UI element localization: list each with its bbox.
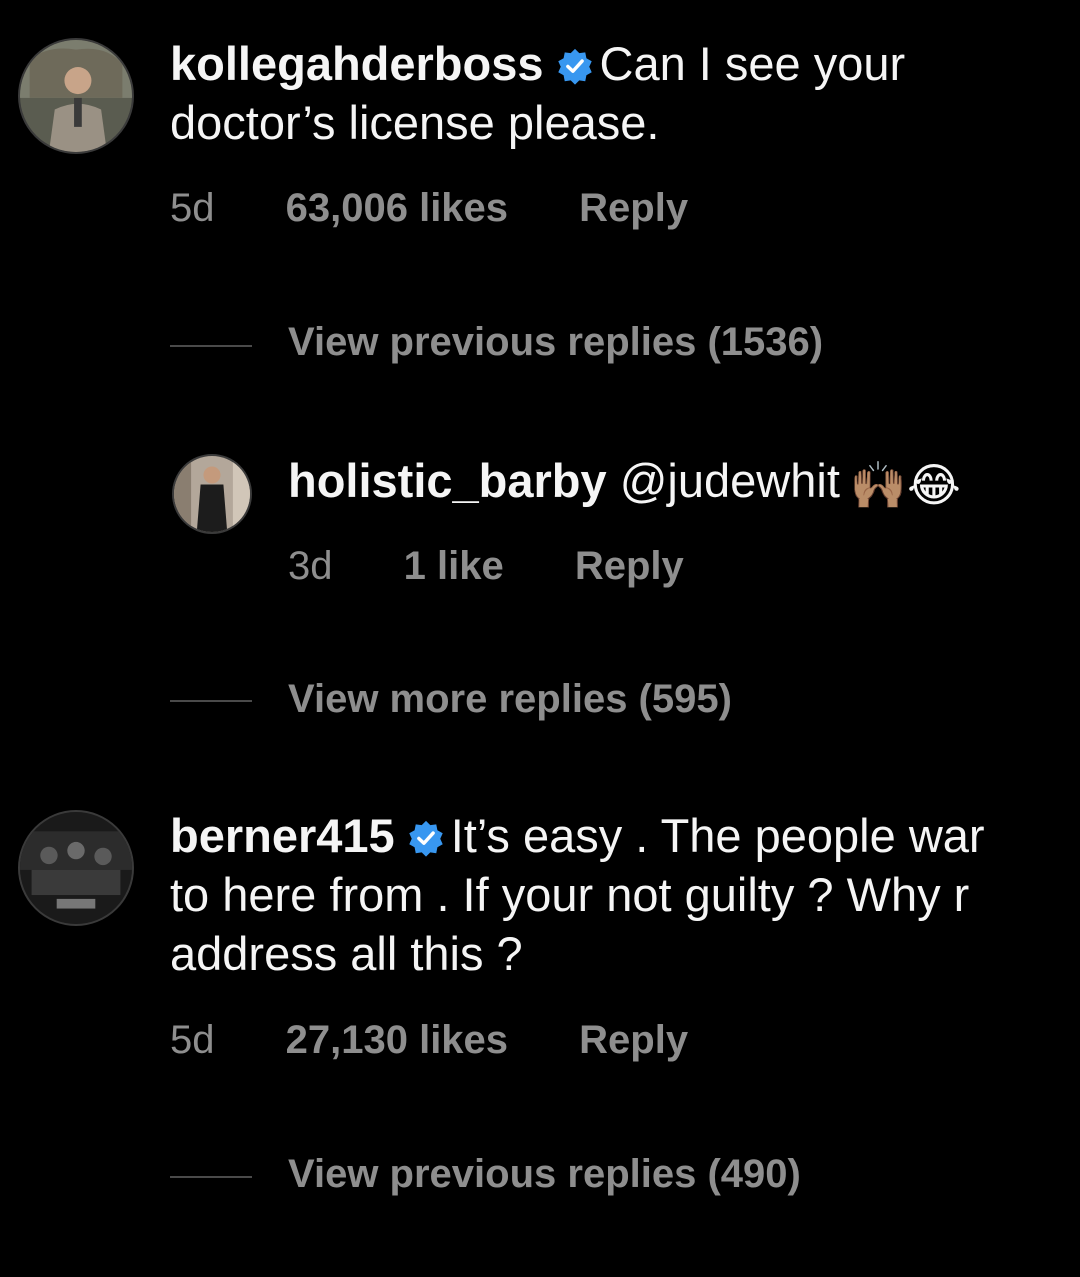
reply-button[interactable]: Reply [575, 544, 684, 588]
reply-likes[interactable]: 1 like [404, 544, 504, 588]
reply-meta: 3d 1 like Reply [288, 544, 744, 589]
reply-username[interactable]: holistic_barby [288, 454, 607, 507]
comment-meta: 5d 63,006 likes Reply [170, 186, 748, 231]
comment-likes[interactable]: 63,006 likes [286, 186, 508, 230]
reply-body: holistic_barby @judewhit 🙌🏽😂 [288, 451, 961, 515]
avatar-berner415[interactable] [18, 810, 134, 926]
replies-divider [170, 1176, 252, 1178]
avatar-holistic-barby[interactable] [172, 454, 252, 534]
reply-time: 3d [288, 544, 333, 588]
reply-button[interactable]: Reply [579, 1018, 688, 1062]
comment-username[interactable]: berner415 [170, 809, 395, 862]
comment-time: 5d [170, 1018, 215, 1062]
view-replies-link[interactable]: View previous replies (490) [288, 1152, 801, 1197]
comment-body: kollegahderboss Can I see your [170, 34, 905, 93]
verified-badge-icon [408, 820, 443, 857]
comment-likes[interactable]: 27,130 likes [286, 1018, 508, 1062]
reply-emojis: 🙌🏽😂 [849, 459, 961, 511]
reply-button[interactable]: Reply [579, 186, 688, 230]
avatar-kollegahderboss[interactable] [18, 38, 134, 154]
comment-text-line: address all this ? [170, 927, 523, 980]
comment-text-line: Can I see your [599, 37, 906, 90]
verified-badge-icon [557, 48, 592, 85]
comment-text-line: doctor’s license please. [170, 96, 660, 149]
view-more-replies-link[interactable]: View more replies (595) [288, 677, 732, 722]
replies-divider [170, 345, 252, 347]
comment-username[interactable]: kollegahderboss [170, 37, 544, 90]
mention-link[interactable]: @judewhit [620, 454, 840, 507]
comment-time: 5d [170, 186, 215, 230]
comment-body: berner415 It’s easy . The people war [170, 806, 985, 865]
comment-text-line: to here from . If your not guilty ? Why … [170, 868, 970, 921]
replies-divider [170, 700, 252, 702]
view-replies-link[interactable]: View previous replies (1536) [288, 320, 823, 365]
comment-text-line: It’s easy . The people war [450, 809, 985, 862]
comment-meta: 5d 27,130 likes Reply [170, 1018, 748, 1063]
